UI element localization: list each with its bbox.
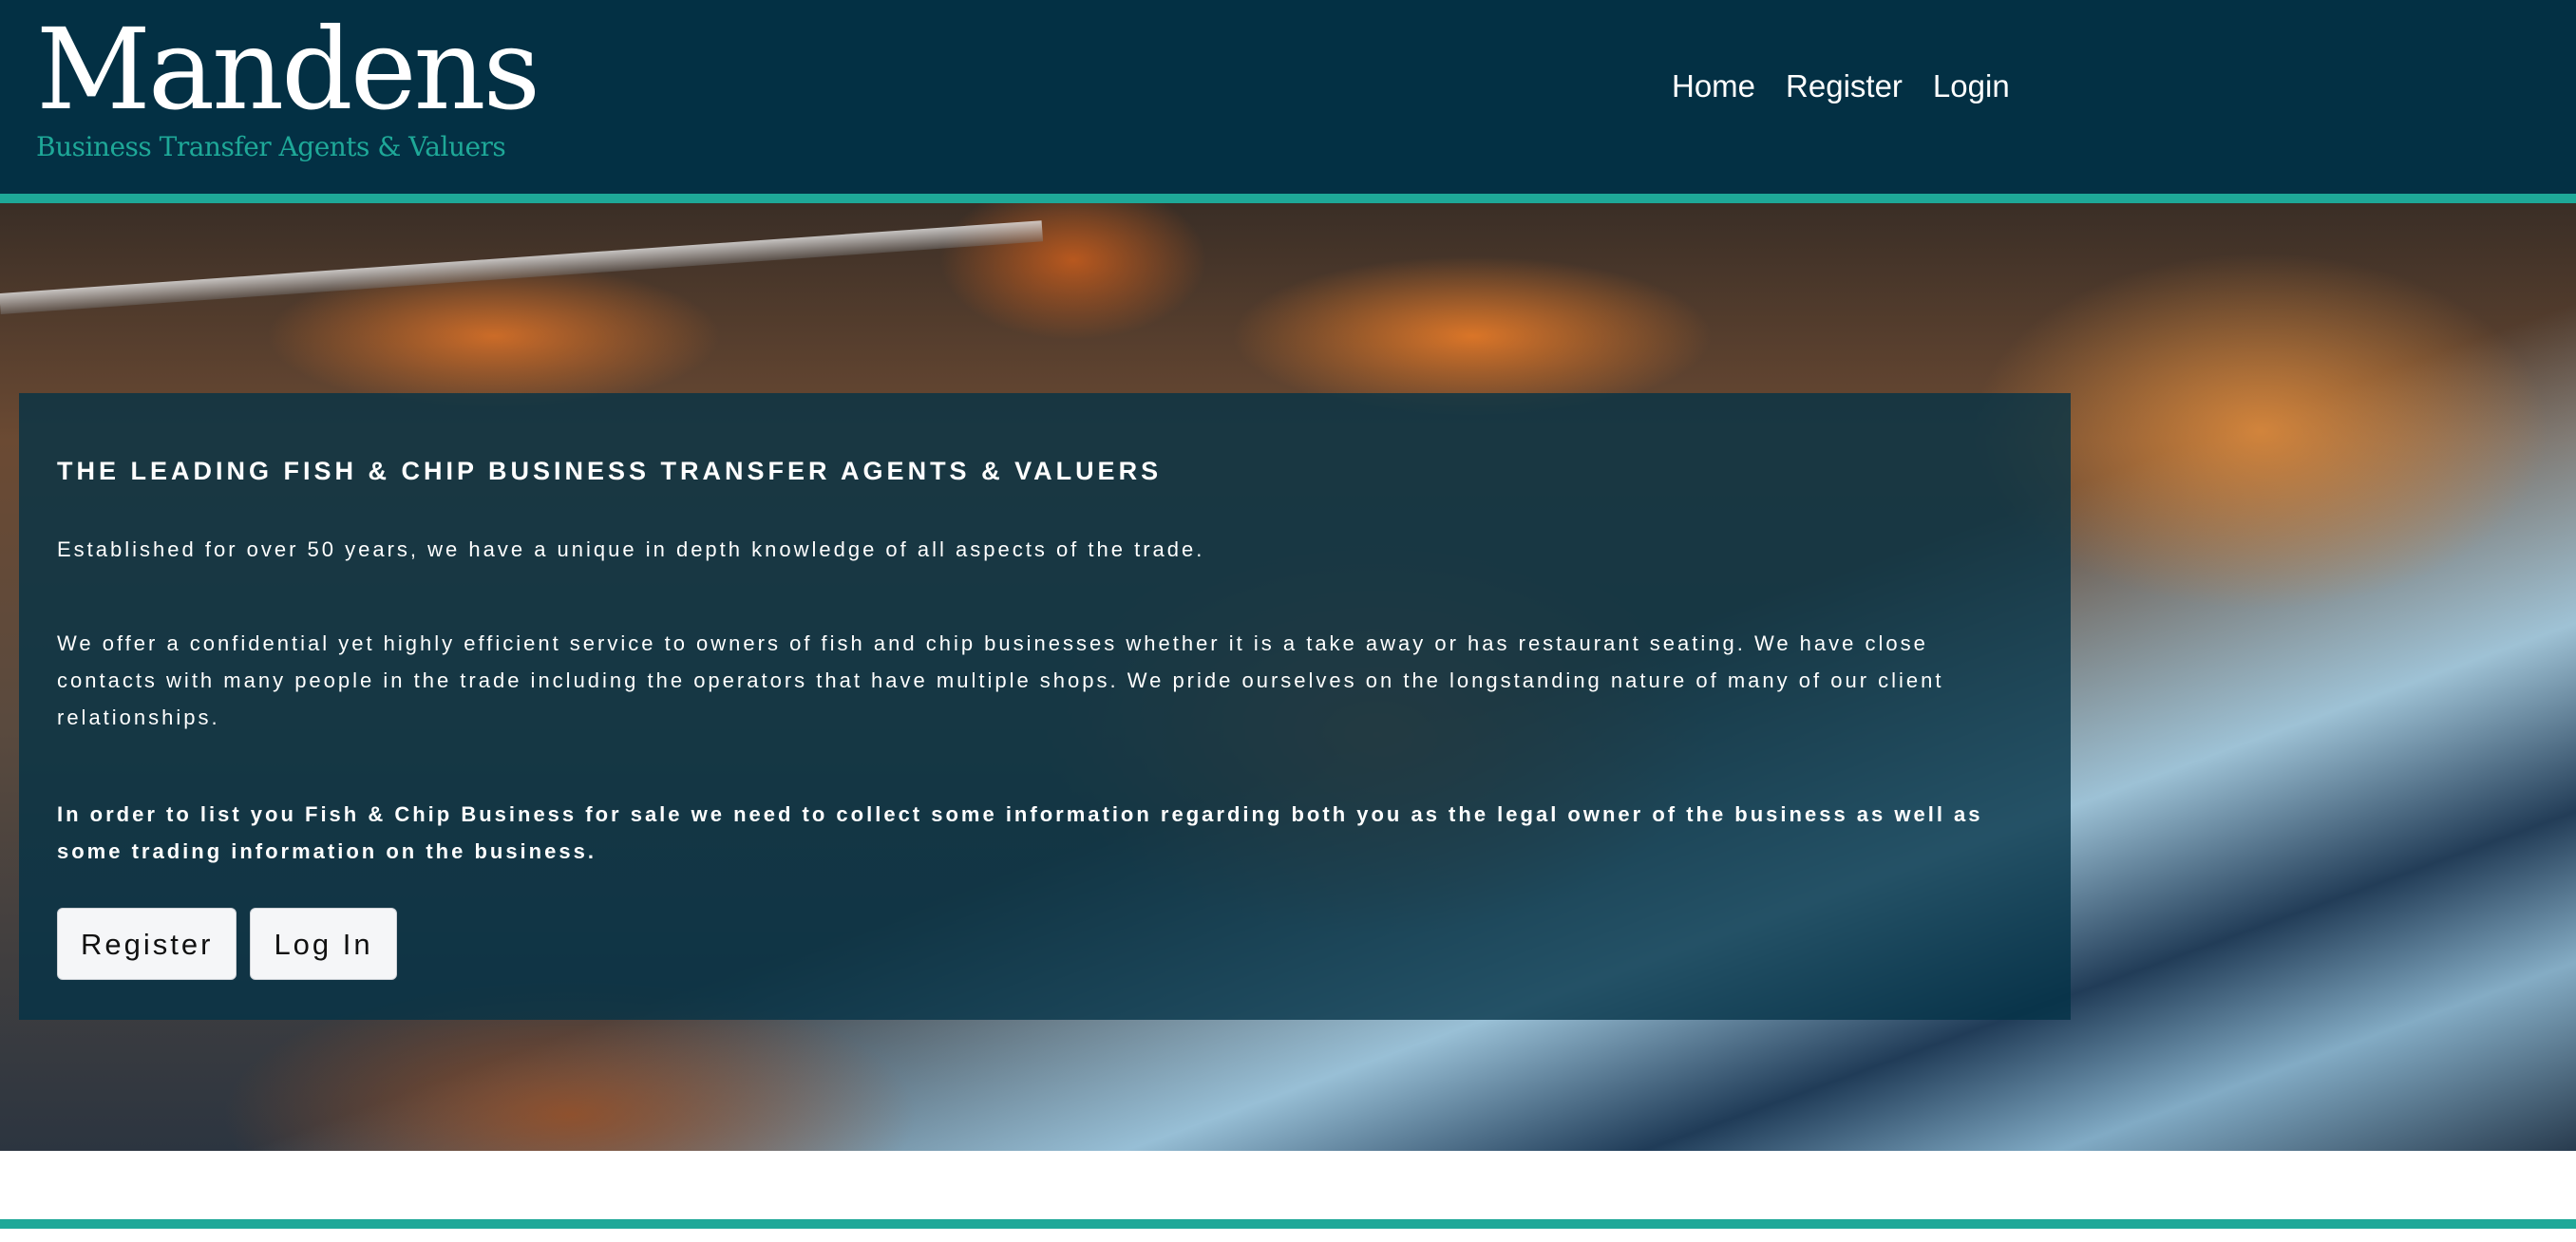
logo-name: Mandens [36,4,540,135]
hero-button-row: Register Log In [57,908,2033,980]
logo[interactable]: Mandens Business Transfer Agents & Value… [36,4,540,163]
nav-register-link[interactable]: Register [1786,66,1903,106]
header-accent-stripe [0,194,2576,203]
hero-section: THE LEADING FISH & CHIP BUSINESS TRANSFE… [0,203,2576,1151]
hero-background-image [0,220,1044,314]
login-button[interactable]: Log In [250,908,397,980]
hero-service-text: We offer a confidential yet highly effic… [57,631,1944,729]
register-button[interactable]: Register [57,908,237,980]
nav-home-link[interactable]: Home [1672,66,1755,106]
site-header: Mandens Business Transfer Agents & Value… [0,0,2576,194]
hero-title: THE LEADING FISH & CHIP BUSINESS TRANSFE… [57,457,1163,485]
hero-panel: THE LEADING FISH & CHIP BUSINESS TRANSFE… [19,393,2071,1020]
nav-login-link[interactable]: Login [1933,66,2010,106]
hero-listing-text: In order to list you Fish & Chip Busines… [57,802,1983,863]
main-nav: Home Register Login [1672,66,2010,106]
logo-tagline: Business Transfer Agents & Valuers [36,131,506,162]
hero-intro-text: Established for over 50 years, we have a… [57,537,1205,561]
footer-accent-stripe [0,1219,2576,1229]
